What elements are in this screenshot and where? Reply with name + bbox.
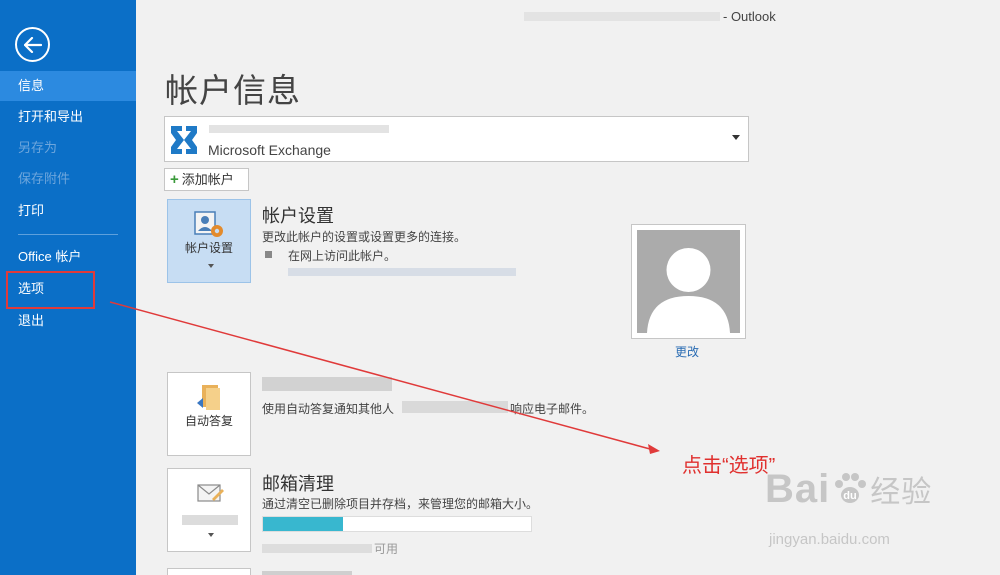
nav-item-exit[interactable]: 退出 bbox=[0, 306, 136, 336]
nav-item-print[interactable]: 打印 bbox=[0, 196, 136, 226]
account-settings-title: 帐户设置 bbox=[262, 206, 334, 226]
exchange-icon bbox=[171, 126, 197, 154]
nav-item-save-attachments[interactable]: 保存附件 bbox=[0, 164, 136, 194]
auto-reply-desc-end: 响应电子邮件。 bbox=[510, 402, 595, 416]
auto-reply-icon bbox=[197, 385, 220, 410]
auto-reply-desc-blur bbox=[402, 401, 508, 413]
options-highlight-box bbox=[6, 271, 95, 309]
person-placeholder-icon bbox=[637, 230, 740, 333]
next-section-title-blur bbox=[262, 571, 352, 575]
back-button[interactable] bbox=[15, 27, 50, 62]
tile-dropdown-icon bbox=[208, 533, 214, 537]
mailbox-usage-fill bbox=[263, 517, 344, 531]
paw-logo: du bbox=[835, 473, 867, 503]
tile-label-blur bbox=[182, 515, 238, 525]
nav-item-open-export[interactable]: 打开和导出 bbox=[0, 102, 136, 132]
watermark-du: du bbox=[844, 490, 857, 502]
page-title: 帐户信息 bbox=[165, 72, 301, 109]
window-title-blur bbox=[524, 12, 720, 21]
add-account-label: 添加帐户 bbox=[181, 172, 234, 187]
watermark-sub: jingyan.baidu.com bbox=[769, 531, 890, 548]
mailbox-cleanup-title: 邮箱清理 bbox=[262, 474, 334, 494]
watermark-cn: 经验 bbox=[870, 476, 933, 509]
nav-item-office-account[interactable]: Office 帐户 bbox=[0, 242, 136, 272]
plus-icon: + bbox=[170, 171, 179, 188]
mailbox-usage-text: 可用 bbox=[374, 542, 399, 556]
tile-dropdown-icon bbox=[208, 264, 214, 268]
watermark-main: Bai bbox=[765, 467, 831, 511]
nav-item-info[interactable]: 信息 bbox=[0, 71, 136, 101]
account-settings-desc: 更改此帐户的设置或设置更多的连接。 bbox=[262, 230, 467, 244]
mailbox-usage-blur bbox=[262, 544, 372, 553]
back-arrow-icon bbox=[23, 36, 42, 53]
mailbox-usage-bar bbox=[262, 516, 532, 532]
next-section-tile[interactable] bbox=[167, 568, 251, 575]
web-access-url-blur[interactable] bbox=[288, 268, 516, 276]
sidebar-divider bbox=[18, 234, 118, 235]
account-selector[interactable]: Microsoft Exchange bbox=[164, 116, 749, 162]
account-settings-icon bbox=[194, 211, 223, 237]
mailbox-cleanup-tile[interactable] bbox=[167, 468, 251, 552]
mailbox-cleanup-icon bbox=[197, 484, 224, 502]
mailbox-cleanup-desc: 通过清空已删除项目并存档，来管理您的邮箱大小。 bbox=[262, 497, 539, 511]
auto-reply-tile-label: 自动答复 bbox=[184, 414, 233, 428]
auto-reply-title-blur bbox=[262, 377, 392, 391]
baidu-watermark: Bai du 经验 jingyan.baidu.com bbox=[765, 467, 933, 548]
web-access-text: 在网上访问此帐户。 bbox=[288, 249, 397, 263]
account-settings-tile-label: 帐户设置 bbox=[184, 241, 233, 255]
account-email-blur bbox=[209, 125, 389, 133]
add-account-button[interactable]: + 添加帐户 bbox=[164, 168, 249, 191]
nav-item-save-as[interactable]: 另存为 bbox=[0, 133, 136, 163]
change-photo-link[interactable]: 更改 bbox=[675, 343, 699, 360]
account-settings-tile[interactable]: 帐户设置 bbox=[167, 199, 251, 283]
auto-reply-desc-start: 使用自动答复通知其他人 bbox=[262, 402, 395, 416]
window-title: - Outlook bbox=[723, 9, 776, 24]
auto-reply-tile[interactable]: 自动答复 bbox=[167, 372, 251, 456]
bullet-icon bbox=[265, 251, 272, 258]
annotation-text: 点击“选项” bbox=[682, 455, 776, 477]
dropdown-caret-icon[interactable] bbox=[732, 135, 740, 140]
account-type: Microsoft Exchange bbox=[208, 142, 331, 158]
profile-picture bbox=[631, 224, 746, 339]
